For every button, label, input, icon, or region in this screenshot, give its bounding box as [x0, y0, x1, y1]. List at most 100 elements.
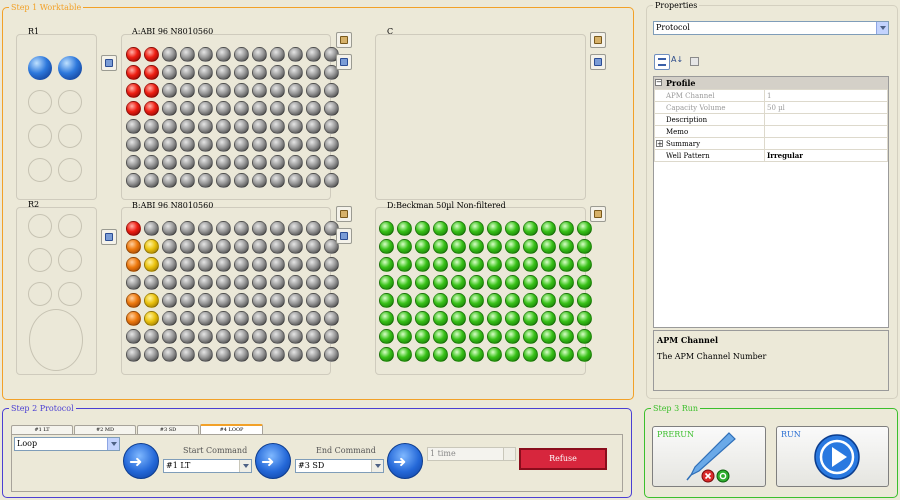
- plate-b-well-B2[interactable]: [144, 239, 159, 254]
- plate-d-well-A9[interactable]: [523, 221, 538, 236]
- plate-b-well-F1[interactable]: [126, 311, 141, 326]
- property-value[interactable]: 50 µl: [764, 101, 888, 114]
- plate-b-well-B10[interactable]: [288, 239, 303, 254]
- plate-b-well-D7[interactable]: [234, 275, 249, 290]
- plate-b-well-A10[interactable]: [288, 221, 303, 236]
- plate-b-well-H1[interactable]: [126, 347, 141, 362]
- plate-b-well-C12[interactable]: [324, 257, 339, 272]
- rack-r2-position-6[interactable]: [58, 282, 82, 306]
- plate-a-well-C12[interactable]: [324, 83, 339, 98]
- plate-d-well-A12[interactable]: [577, 221, 592, 236]
- plate-d-well-E11[interactable]: [559, 293, 574, 308]
- collapse-icon[interactable]: −: [655, 79, 662, 86]
- plate-d-well-C4[interactable]: [433, 257, 448, 272]
- plate-d-well-F3[interactable]: [415, 311, 430, 326]
- plate-b-well-B5[interactable]: [198, 239, 213, 254]
- plate-b-well-B6[interactable]: [216, 239, 231, 254]
- expand-icon[interactable]: +: [656, 140, 663, 148]
- plate-b-well-E12[interactable]: [324, 293, 339, 308]
- plate-d-well-B6[interactable]: [469, 239, 484, 254]
- plate-b-well-A4[interactable]: [180, 221, 195, 236]
- rack-r2-position-3[interactable]: [28, 248, 52, 272]
- property-value[interactable]: Irregular: [764, 149, 888, 162]
- plate-a-well-D5[interactable]: [198, 101, 213, 116]
- plate-d-well-E7[interactable]: [487, 293, 502, 308]
- plate-d-well-B9[interactable]: [523, 239, 538, 254]
- plate-b-well-A11[interactable]: [306, 221, 321, 236]
- plate-b-well-D10[interactable]: [288, 275, 303, 290]
- plate-b-well-D8[interactable]: [252, 275, 267, 290]
- plate-d-well-G11[interactable]: [559, 329, 574, 344]
- plate-a-well-H5[interactable]: [198, 173, 213, 188]
- plate-a-well-A2[interactable]: [144, 47, 159, 62]
- plate-d-well-B1[interactable]: [379, 239, 394, 254]
- plate-b-well-B4[interactable]: [180, 239, 195, 254]
- plate-d-well-C10[interactable]: [541, 257, 556, 272]
- plate-d-well-F8[interactable]: [505, 311, 520, 326]
- plate-b-well-C11[interactable]: [306, 257, 321, 272]
- plate-b-well-H6[interactable]: [216, 347, 231, 362]
- plate-d-well-G10[interactable]: [541, 329, 556, 344]
- plate-a-well-C1[interactable]: [126, 83, 141, 98]
- plate-a-well-C11[interactable]: [306, 83, 321, 98]
- dropdown-arrow-icon[interactable]: [239, 460, 251, 472]
- plate-d-well-A5[interactable]: [451, 221, 466, 236]
- plate-a-well-D3[interactable]: [162, 101, 177, 116]
- plate-a-well-H12[interactable]: [324, 173, 339, 188]
- plate-a-well-G6[interactable]: [216, 155, 231, 170]
- plate-a-well-G2[interactable]: [144, 155, 159, 170]
- plate-b-well-H10[interactable]: [288, 347, 303, 362]
- plate-d-well-F1[interactable]: [379, 311, 394, 326]
- plate-a-well-G5[interactable]: [198, 155, 213, 170]
- plate-b-well-H7[interactable]: [234, 347, 249, 362]
- plate-d-well-G6[interactable]: [469, 329, 484, 344]
- plate-d-well-C6[interactable]: [469, 257, 484, 272]
- plate-b-well-A9[interactable]: [270, 221, 285, 236]
- plate-d-well-F12[interactable]: [577, 311, 592, 326]
- plate-d-well-C12[interactable]: [577, 257, 592, 272]
- plate-b-well-D5[interactable]: [198, 275, 213, 290]
- plate-b-well-B1[interactable]: [126, 239, 141, 254]
- run-button[interactable]: RUN: [776, 426, 889, 487]
- property-value[interactable]: [764, 125, 888, 138]
- rack-r1-position-2[interactable]: [58, 56, 82, 80]
- end-command-select[interactable]: #3 SD: [295, 459, 384, 473]
- plate-d-well-D1[interactable]: [379, 275, 394, 290]
- plate-a-well-F7[interactable]: [234, 137, 249, 152]
- end-command-arrow-button[interactable]: ➜: [255, 443, 291, 479]
- plate-a-well-F8[interactable]: [252, 137, 267, 152]
- plate-b-well-F4[interactable]: [180, 311, 195, 326]
- plate-d-well-G3[interactable]: [415, 329, 430, 344]
- plate-d-well-E2[interactable]: [397, 293, 412, 308]
- plate-d-well-D11[interactable]: [559, 275, 574, 290]
- plate-b-well-G8[interactable]: [252, 329, 267, 344]
- property-value[interactable]: [764, 137, 888, 150]
- plate-a-well-F12[interactable]: [324, 137, 339, 152]
- rack-r1-position-7[interactable]: [28, 158, 52, 182]
- plate-a-well-H6[interactable]: [216, 173, 231, 188]
- plate-b-well-G1[interactable]: [126, 329, 141, 344]
- plate-b-well-D12[interactable]: [324, 275, 339, 290]
- plate-a-well-C6[interactable]: [216, 83, 231, 98]
- plate-a-well-A7[interactable]: [234, 47, 249, 62]
- plate-a-well-E12[interactable]: [324, 119, 339, 134]
- plate-d-well-E5[interactable]: [451, 293, 466, 308]
- plate-b-well-H9[interactable]: [270, 347, 285, 362]
- plate-b-well-G6[interactable]: [216, 329, 231, 344]
- plate-d-well-F6[interactable]: [469, 311, 484, 326]
- plate-a-well-D4[interactable]: [180, 101, 195, 116]
- rack-r1-position-6[interactable]: [58, 124, 82, 148]
- plate-b-well-G7[interactable]: [234, 329, 249, 344]
- plate-b-well-E11[interactable]: [306, 293, 321, 308]
- plate-b-well-B3[interactable]: [162, 239, 177, 254]
- rack-r1-position-1[interactable]: [28, 56, 52, 80]
- plate-b-well-F8[interactable]: [252, 311, 267, 326]
- plate-a-well-G12[interactable]: [324, 155, 339, 170]
- plate-d-well-D9[interactable]: [523, 275, 538, 290]
- plate-a-well-B3[interactable]: [162, 65, 177, 80]
- plate-d-well-H10[interactable]: [541, 347, 556, 362]
- dropdown-arrow-icon[interactable]: [107, 438, 119, 450]
- plate-b-well-E9[interactable]: [270, 293, 285, 308]
- plate-b-well-G12[interactable]: [324, 329, 339, 344]
- rack-r2-position-1[interactable]: [28, 214, 52, 238]
